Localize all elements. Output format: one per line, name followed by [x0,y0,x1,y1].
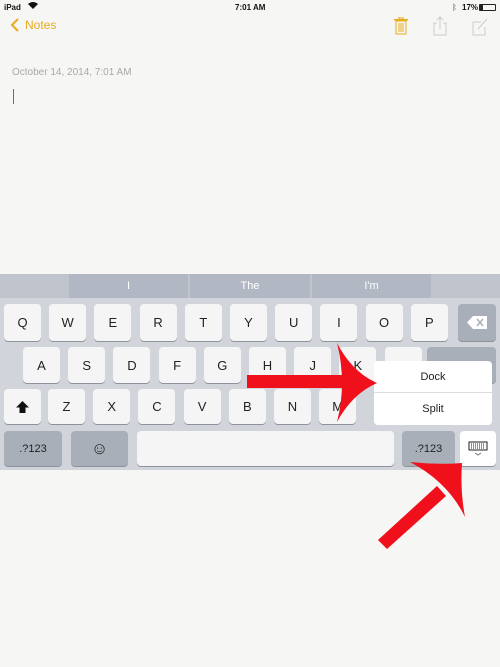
arrow-diagonal-annotation [378,462,465,549]
annotation-arrows [247,343,465,549]
arrow-right-annotation [247,343,377,422]
